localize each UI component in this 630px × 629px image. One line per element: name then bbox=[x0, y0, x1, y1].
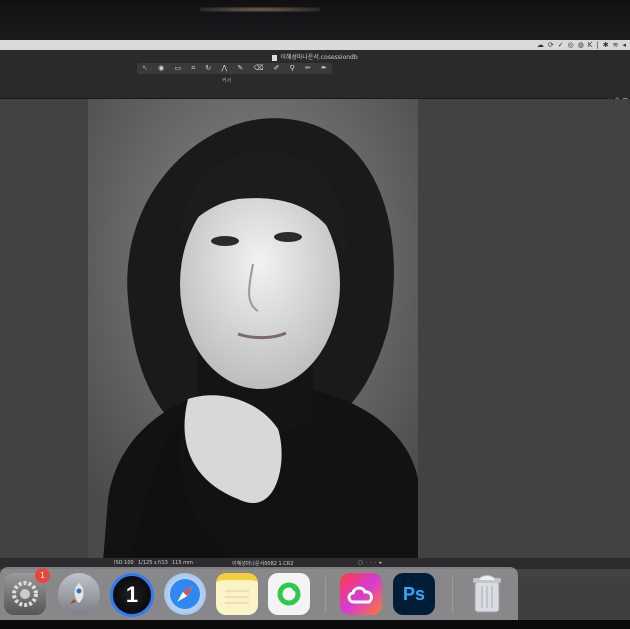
gradient-tool-icon[interactable]: ✐ bbox=[274, 63, 280, 74]
brush-tool-icon[interactable]: ✎ bbox=[237, 63, 243, 74]
bezel-reflection bbox=[200, 7, 320, 12]
eraser-tool-icon[interactable]: ⌫ bbox=[253, 63, 263, 74]
dot-icon[interactable]: · bbox=[370, 560, 372, 566]
trash-can-icon bbox=[473, 575, 501, 613]
sync-icon[interactable]: ⟳ bbox=[548, 41, 554, 49]
capture-one-icon[interactable]: 1 bbox=[110, 573, 154, 617]
photoshop-label: Ps bbox=[402, 583, 426, 604]
gear-icon bbox=[12, 581, 38, 607]
divider-icon[interactable]: | bbox=[596, 41, 598, 49]
keyboard-icon[interactable]: K bbox=[588, 41, 593, 49]
creative-cloud-icon[interactable] bbox=[340, 573, 382, 615]
photoshop-icon[interactable]: Ps bbox=[393, 573, 435, 615]
annotate-tool-icon[interactable]: ✒ bbox=[321, 63, 327, 74]
select-tool-icon[interactable]: ▭ bbox=[174, 63, 181, 74]
cursor-tool-icon[interactable]: ↖ bbox=[142, 63, 148, 74]
cloud-logo-icon bbox=[347, 586, 374, 604]
rotate-tool-icon[interactable]: ↻ bbox=[205, 63, 211, 74]
monitor-bezel bbox=[0, 0, 630, 40]
bluetooth-icon[interactable]: ✱ bbox=[603, 41, 609, 49]
capture-one-label: 1 bbox=[125, 582, 139, 607]
next-icon[interactable]: ▸ bbox=[380, 560, 383, 566]
picker-tool-icon[interactable]: ⚲ bbox=[290, 63, 295, 74]
shutter-value: 1/125 s bbox=[138, 560, 157, 566]
target-icon[interactable]: ◎ bbox=[568, 41, 574, 49]
dock-separator bbox=[325, 575, 326, 613]
portrait-photo bbox=[88, 99, 418, 561]
wifi-icon[interactable]: ≋ bbox=[613, 41, 619, 49]
notes-icon[interactable] bbox=[216, 573, 258, 615]
screen: ☁ ⟳ ✓ ◎ ◍ K | ✱ ≋ ◂ 이혜성마나운서.cosessiondb … bbox=[0, 40, 630, 620]
tool-bar: ↖ ◉ ▭ ⌗ ↻ ⋀ ✎ ⌫ ✐ ⚲ ✏ ✒ bbox=[137, 63, 332, 74]
trash-icon[interactable] bbox=[466, 573, 508, 615]
info-controls: ▢ · · · ▸ bbox=[358, 560, 382, 566]
dock-separator bbox=[452, 575, 453, 613]
document-icon bbox=[272, 54, 278, 61]
notification-badge: 1 bbox=[35, 568, 50, 583]
focal-length-value: 115 mm bbox=[172, 560, 193, 566]
checkmark-icon[interactable]: ✓ bbox=[558, 41, 564, 49]
image-viewer[interactable] bbox=[0, 99, 630, 577]
portrait-illustration bbox=[88, 99, 418, 561]
rocket-icon bbox=[70, 583, 84, 604]
camera-ring-icon bbox=[277, 582, 301, 606]
system-preferences-icon[interactable]: 1 bbox=[4, 568, 50, 615]
heal-tool-icon[interactable]: ✏ bbox=[305, 63, 311, 74]
camera-tool-icon[interactable]: ◉ bbox=[158, 63, 164, 74]
frame-icon[interactable]: ▢ bbox=[358, 560, 363, 566]
dot-icon[interactable]: · bbox=[375, 560, 377, 566]
window-title: 이혜성마나운서.cosessiondb bbox=[0, 52, 630, 61]
lines-icon bbox=[225, 590, 249, 603]
menu-bar: ☁ ⟳ ✓ ◎ ◍ K | ✱ ≋ ◂ bbox=[0, 40, 630, 50]
file-name: 이혜성마나운서0082 1.CR2 bbox=[232, 561, 294, 567]
window-title-text: 이혜성마나운서.cosessiondb bbox=[280, 54, 358, 61]
status-icons: ☁ ⟳ ✓ ◎ ◍ K | ✱ ≋ ◂ bbox=[537, 41, 626, 49]
facetime-icon[interactable] bbox=[268, 573, 310, 615]
iso-value: ISO 100 bbox=[114, 560, 134, 566]
status-icon[interactable]: ◍ bbox=[578, 41, 584, 49]
compass-icon bbox=[170, 579, 200, 609]
title-bar: 이혜성마나운서.cosessiondb ↖ ◉ ▭ ⌗ ↻ ⋀ ✎ ⌫ ✐ ⚲ … bbox=[0, 50, 630, 105]
volume-icon[interactable]: ◂ bbox=[622, 41, 626, 49]
dock: 1 1 Ps bbox=[0, 567, 518, 620]
crop-tool-icon[interactable]: ⌗ bbox=[191, 63, 195, 74]
dot-icon[interactable]: · bbox=[366, 560, 368, 566]
aperture-value: f/13 bbox=[158, 560, 168, 566]
safari-icon[interactable] bbox=[164, 573, 206, 615]
launchpad-icon[interactable] bbox=[58, 573, 100, 615]
active-tool-label: 커서 bbox=[222, 78, 232, 84]
cloud-icon[interactable]: ☁ bbox=[537, 41, 544, 49]
keystone-tool-icon[interactable]: ⋀ bbox=[221, 63, 227, 74]
